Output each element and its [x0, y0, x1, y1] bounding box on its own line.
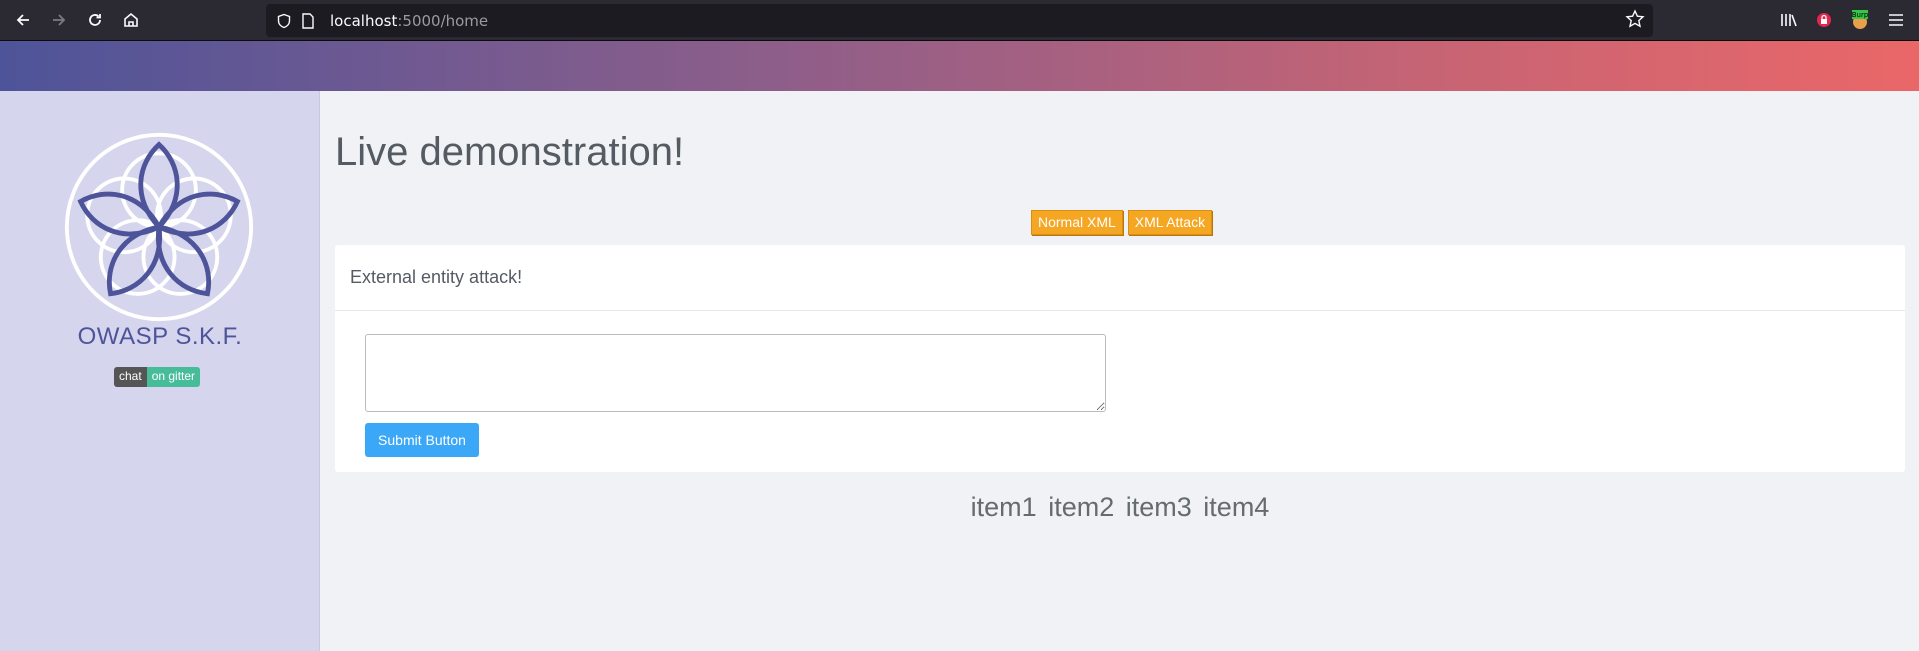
- library-icon[interactable]: [1777, 6, 1801, 34]
- url-host: localhost: [330, 11, 398, 30]
- page-title: Live demonstration!: [335, 130, 685, 174]
- url-bar[interactable]: localhost:5000/home: [266, 4, 1653, 37]
- gitter-badge[interactable]: chat on gitter: [114, 367, 201, 387]
- normal-xml-button[interactable]: Normal XML: [1031, 210, 1123, 235]
- gitter-badge-right: on gitter: [146, 367, 201, 387]
- submit-button[interactable]: Submit Button: [365, 423, 479, 457]
- burp-extension-icon[interactable]: Burp: [1848, 6, 1872, 34]
- list-item: item2: [1048, 492, 1115, 522]
- xml-input-textarea[interactable]: [365, 334, 1106, 412]
- page-icon: [298, 11, 318, 31]
- owasp-skf-logo: [62, 130, 256, 324]
- items-list: item1 item2 item3 item4: [335, 492, 1905, 523]
- xml-button-row: Normal XML XML Attack: [1031, 210, 1213, 235]
- browser-toolbar: localhost:5000/home Burp: [0, 0, 1919, 41]
- url-text[interactable]: localhost:5000/home: [330, 12, 488, 30]
- xml-attack-button[interactable]: XML Attack: [1127, 210, 1213, 235]
- forward-icon[interactable]: [45, 6, 73, 34]
- menu-icon[interactable]: [1884, 6, 1908, 34]
- reload-icon[interactable]: [81, 6, 109, 34]
- gitter-badge-left: chat: [114, 367, 147, 387]
- list-item: item3: [1125, 492, 1192, 522]
- list-item: item4: [1203, 492, 1270, 522]
- star-icon[interactable]: [1625, 9, 1647, 31]
- shield-icon[interactable]: [274, 11, 294, 31]
- lock-extension-icon[interactable]: [1812, 6, 1836, 34]
- home-icon[interactable]: [117, 6, 145, 34]
- attack-card: External entity attack! Submit Button: [335, 245, 1905, 472]
- brand-name: OWASP S.K.F.: [77, 323, 243, 350]
- header-gradient-band: [0, 41, 1919, 91]
- card-title: External entity attack!: [335, 245, 1905, 311]
- back-icon[interactable]: [9, 6, 37, 34]
- list-item: item1: [970, 492, 1037, 522]
- url-path: :5000/home: [397, 11, 489, 30]
- sidebar: OWASP S.K.F. chat on gitter: [0, 91, 320, 651]
- burp-label: Burp: [1852, 11, 1869, 19]
